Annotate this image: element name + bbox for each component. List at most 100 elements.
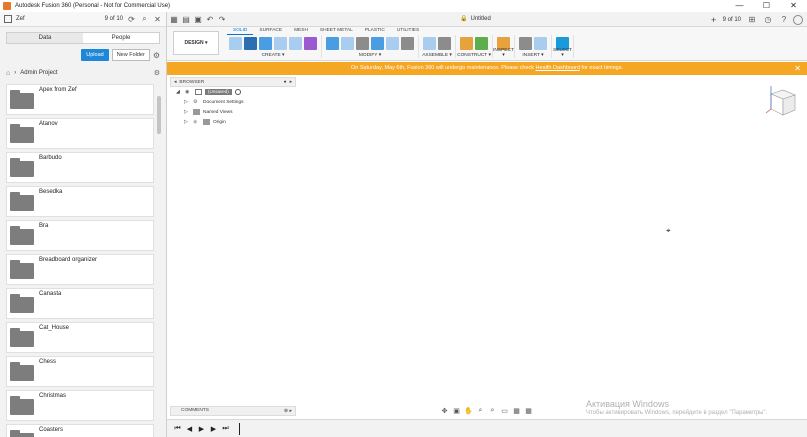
- tab-utilities[interactable]: UTILITIES: [391, 28, 425, 35]
- offset-plane-icon[interactable]: [460, 37, 473, 50]
- orbit-icon[interactable]: ✥: [440, 407, 449, 415]
- collapse-icon[interactable]: ◂: [174, 80, 176, 85]
- hole-icon[interactable]: [274, 37, 287, 50]
- list-item[interactable]: Breadboard organizer: [6, 254, 154, 285]
- list-item[interactable]: Christmas: [6, 390, 154, 421]
- file-menu-icon[interactable]: ▤: [181, 15, 191, 24]
- browser-item-origin[interactable]: ▷ ◉ Origin: [184, 117, 296, 127]
- close-icon[interactable]: ✕: [153, 15, 162, 24]
- revolve-icon[interactable]: [259, 37, 272, 50]
- list-item[interactable]: Chess: [6, 356, 154, 387]
- construct-menu[interactable]: CONSTRUCT ▾: [456, 53, 492, 58]
- undo-icon[interactable]: ↶: [205, 15, 215, 24]
- fit-icon[interactable]: ⌕: [488, 407, 497, 415]
- list-item[interactable]: Cat_House: [6, 322, 154, 353]
- joint-icon[interactable]: [438, 37, 451, 50]
- tab-solid[interactable]: SOLID: [227, 28, 254, 35]
- select-menu[interactable]: SELECT ▾: [552, 48, 573, 58]
- browser-header[interactable]: ◂ BROWSER ● ▸: [170, 77, 296, 87]
- scale-icon[interactable]: [386, 37, 399, 50]
- comments-add-icon[interactable]: ⊕ ▸: [284, 407, 292, 415]
- caret-right-icon[interactable]: ▷: [184, 119, 190, 125]
- form-icon[interactable]: [304, 37, 317, 50]
- job-status-count[interactable]: 9 of 10: [723, 17, 741, 23]
- user-menu[interactable]: Zef: [16, 16, 25, 22]
- expand-icon[interactable]: ▸: [290, 80, 292, 85]
- create-menu[interactable]: CREATE ▾: [225, 53, 321, 58]
- pan-icon[interactable]: ✋: [464, 407, 473, 415]
- visibility-off-icon[interactable]: ◉: [193, 119, 200, 125]
- list-item[interactable]: Besedka: [6, 186, 154, 217]
- press-pull-icon[interactable]: [326, 37, 339, 50]
- create-sketch-icon[interactable]: [229, 37, 242, 50]
- inspect-menu[interactable]: INSPECT ▾: [493, 48, 514, 58]
- data-panel-grid-icon[interactable]: ▦: [169, 15, 179, 24]
- document-tab[interactable]: 🔒 Untitled: [460, 15, 491, 22]
- list-item[interactable]: Atanov: [6, 118, 154, 149]
- notifications-icon[interactable]: ◷: [763, 15, 773, 24]
- list-item[interactable]: Coasters: [6, 424, 154, 437]
- save-icon[interactable]: ▣: [193, 15, 203, 24]
- pattern-icon[interactable]: [289, 37, 302, 50]
- maximize-button[interactable]: ☐: [753, 0, 780, 12]
- go-to-end-icon[interactable]: ⏭: [221, 425, 230, 433]
- browser-item-document-settings[interactable]: ▷ ⚙ Document Settings: [184, 97, 296, 107]
- shell-icon[interactable]: [356, 37, 369, 50]
- step-forward-icon[interactable]: ▶: [209, 425, 218, 433]
- home-icon[interactable]: ⌂: [6, 70, 10, 77]
- activate-icon[interactable]: [234, 89, 241, 95]
- redo-icon[interactable]: ↷: [217, 15, 227, 24]
- settings-icon[interactable]: ⚙: [154, 69, 160, 77]
- viewports-icon[interactable]: ▦: [524, 407, 533, 415]
- minimize-button[interactable]: —: [726, 0, 753, 12]
- grid-settings-icon[interactable]: ▦: [512, 407, 521, 415]
- modify-menu[interactable]: MODIFY ▾: [322, 53, 418, 58]
- search-icon[interactable]: ⌕: [140, 14, 149, 24]
- comments-panel[interactable]: COMMENTS ⊕ ▸: [170, 406, 296, 416]
- refresh-icon[interactable]: ⟳: [127, 15, 136, 24]
- help-icon[interactable]: ?: [779, 15, 789, 24]
- display-settings-icon[interactable]: ▭: [500, 407, 509, 415]
- avatar[interactable]: [793, 14, 803, 25]
- list-item[interactable]: Barbudo: [6, 152, 154, 183]
- tab-sheet-metal[interactable]: SHEET METAL: [314, 28, 359, 35]
- extrude-icon[interactable]: [244, 37, 257, 50]
- insert-derive-icon[interactable]: [519, 37, 532, 50]
- tab-surface[interactable]: SURFACE: [253, 28, 288, 35]
- close-banner-icon[interactable]: ✕: [794, 62, 801, 75]
- workspace-switcher[interactable]: DESIGN ▾: [173, 31, 219, 55]
- project-name[interactable]: Admin Project: [20, 70, 57, 76]
- plane-at-angle-icon[interactable]: [475, 37, 488, 50]
- combine-icon[interactable]: [371, 37, 384, 50]
- zoom-icon[interactable]: ⌕: [476, 407, 485, 415]
- step-back-icon[interactable]: ◀: [185, 425, 194, 433]
- insert-image-icon[interactable]: [534, 37, 547, 50]
- play-icon[interactable]: ▶: [197, 425, 206, 433]
- look-at-icon[interactable]: ▣: [452, 407, 461, 415]
- browser-root-row[interactable]: ◢ ◉ (Unsaved): [176, 87, 296, 97]
- browser-item-named-views[interactable]: ▷ Named Views: [184, 107, 296, 117]
- app-grid-icon[interactable]: [4, 15, 12, 23]
- list-item[interactable]: Bra: [6, 220, 154, 251]
- timeline-marker[interactable]: [239, 422, 240, 435]
- assemble-menu[interactable]: ASSEMBLE ▾: [419, 53, 455, 58]
- go-to-start-icon[interactable]: ⏮: [173, 425, 182, 433]
- caret-down-icon[interactable]: ◢: [176, 89, 182, 95]
- extensions-icon[interactable]: ⊞: [747, 15, 757, 24]
- tab-mesh[interactable]: MESH: [288, 28, 314, 35]
- viewcube[interactable]: [763, 84, 797, 118]
- close-window-button[interactable]: ✕: [780, 0, 807, 12]
- health-dashboard-link[interactable]: Health Dashboard: [536, 65, 580, 71]
- caret-right-icon[interactable]: ▷: [184, 99, 190, 105]
- pin-icon[interactable]: ●: [284, 80, 287, 85]
- fillet-icon[interactable]: [341, 37, 354, 50]
- folder-list-scrollbar[interactable]: [157, 96, 161, 134]
- visibility-icon[interactable]: ◉: [185, 89, 192, 95]
- tab-plastic[interactable]: PLASTIC: [359, 28, 391, 35]
- tab-data[interactable]: Data: [7, 33, 83, 43]
- move-icon[interactable]: [401, 37, 414, 50]
- caret-right-icon[interactable]: ▷: [184, 109, 190, 115]
- list-item[interactable]: Canasta: [6, 288, 154, 319]
- new-tab-icon[interactable]: +: [709, 15, 719, 25]
- gear-icon[interactable]: ⚙: [153, 51, 160, 60]
